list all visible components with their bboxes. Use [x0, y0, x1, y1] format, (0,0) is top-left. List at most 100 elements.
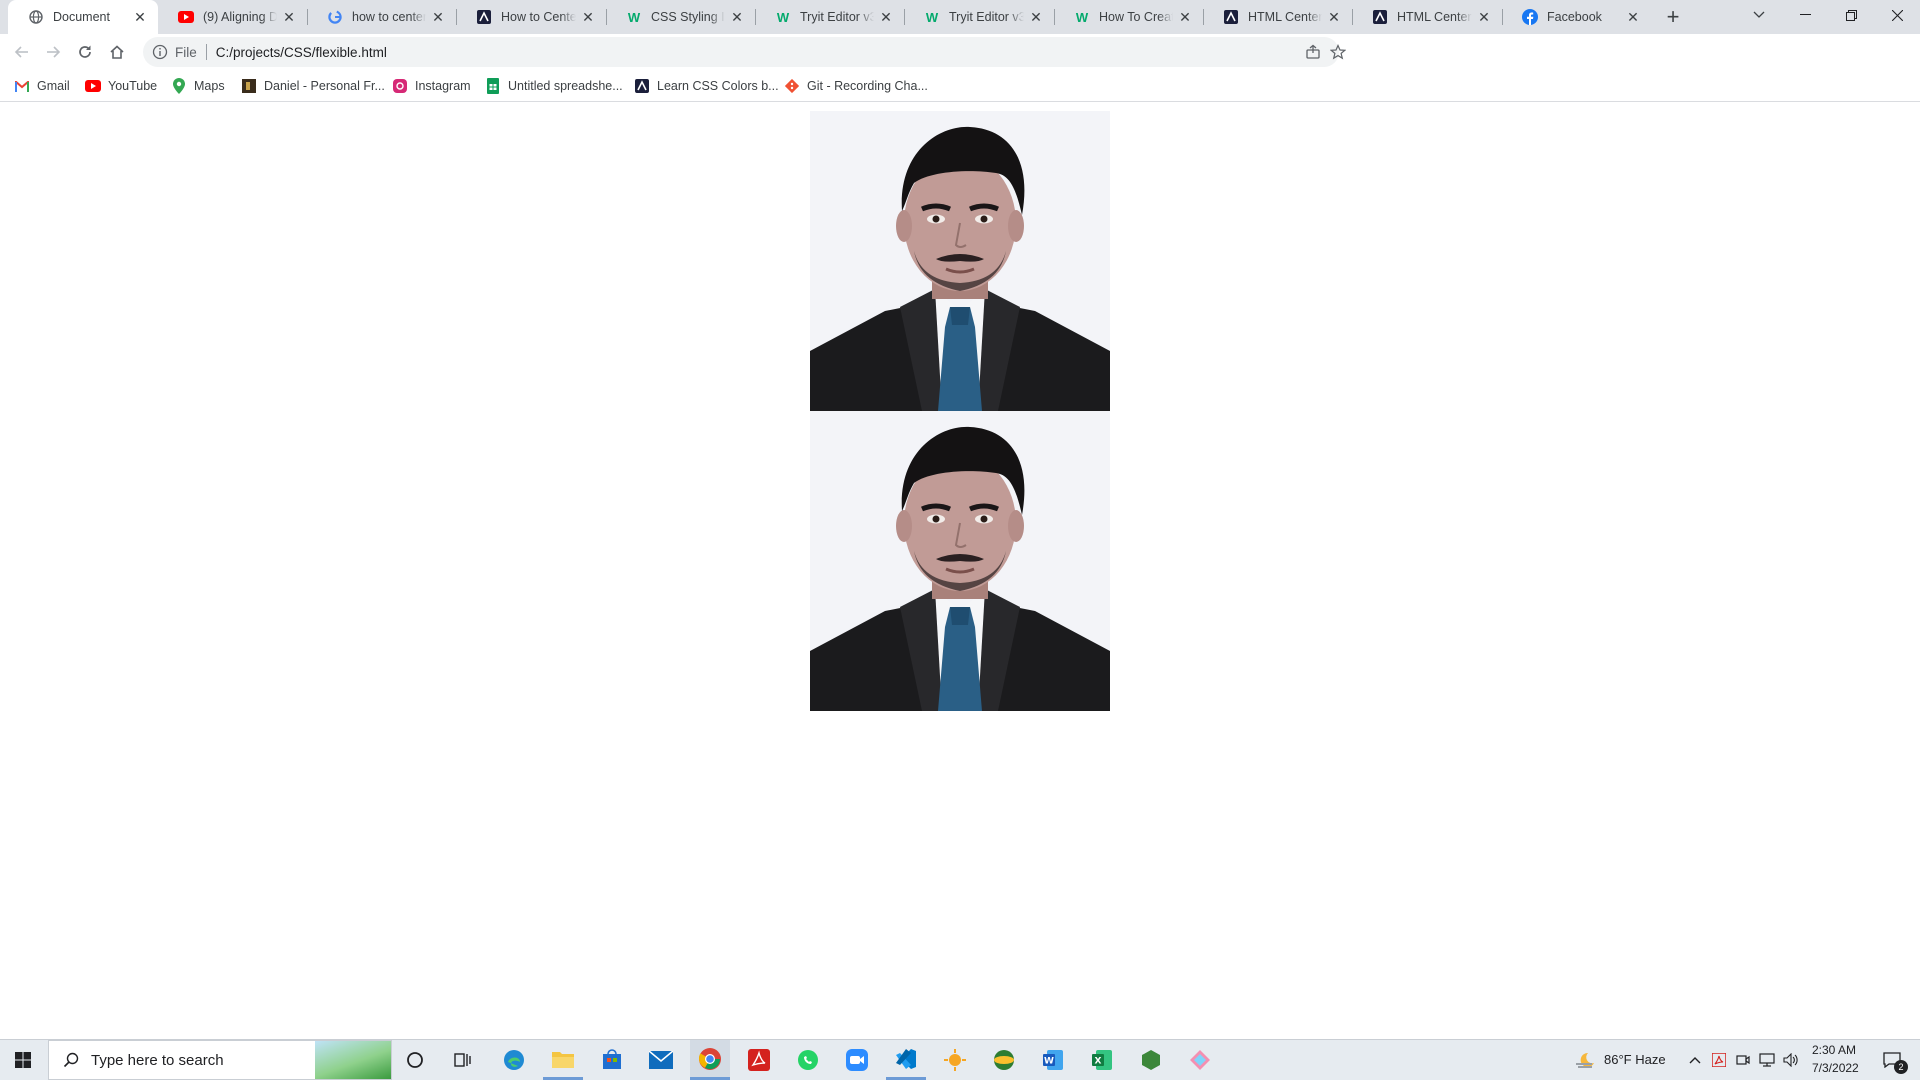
- taskbar-zoom[interactable]: [837, 1040, 877, 1080]
- tab-document[interactable]: Document ✕: [8, 0, 158, 34]
- taskbar-nodejs[interactable]: [1131, 1040, 1171, 1080]
- weather-widget[interactable]: [1570, 1040, 1600, 1080]
- tab-how-to-center[interactable]: How to Center a ✕: [456, 0, 606, 34]
- taskbar-excel[interactable]: X: [1082, 1040, 1122, 1080]
- windows-taskbar: Type here to search W X 86°F Haze 2:30 A…: [0, 1039, 1920, 1080]
- restore-button[interactable]: [1828, 0, 1874, 30]
- share-icon[interactable]: [1305, 44, 1321, 60]
- tab-how-to-centered[interactable]: how to centered ✕: [307, 0, 456, 34]
- close-icon[interactable]: ✕: [580, 9, 596, 25]
- arrow-right-icon: [47, 46, 61, 58]
- task-view-button[interactable]: [443, 1040, 483, 1080]
- excel-icon: X: [1092, 1050, 1112, 1070]
- globe-app-icon: [994, 1050, 1014, 1070]
- windows-logo-icon: [15, 1052, 31, 1068]
- taskbar-store[interactable]: [592, 1040, 632, 1080]
- w3schools-icon: W: [1075, 9, 1089, 25]
- bookmark-youtube[interactable]: YouTube: [85, 77, 157, 95]
- taskbar-whatsapp[interactable]: [788, 1040, 828, 1080]
- close-icon[interactable]: ✕: [1625, 9, 1641, 25]
- bookmark-star-icon[interactable]: [1330, 44, 1346, 60]
- close-icon[interactable]: ✕: [1177, 9, 1193, 25]
- chevron-down-icon: [1753, 11, 1765, 18]
- tab-title: HTML Center Im: [1397, 10, 1472, 24]
- taskbar-word[interactable]: W: [1033, 1040, 1073, 1080]
- tray-network[interactable]: [1756, 1040, 1778, 1080]
- taskbar-paint-app[interactable]: [1180, 1040, 1220, 1080]
- cortana-icon: [407, 1052, 423, 1068]
- taskbar-acrobat[interactable]: [739, 1040, 779, 1080]
- url-text[interactable]: C:/projects/CSS/flexible.html: [216, 45, 387, 60]
- close-icon[interactable]: ✕: [1028, 9, 1044, 25]
- bookmark-learn-css-colors[interactable]: Learn CSS Colors b...: [634, 77, 779, 95]
- close-icon[interactable]: ✕: [729, 9, 745, 25]
- address-divider: [205, 44, 207, 60]
- paint-app-icon: [1190, 1050, 1210, 1070]
- bookmarks-bar: Gmail YouTube Maps Daniel - Personal Fr.…: [0, 70, 1920, 102]
- taskbar-edge[interactable]: [494, 1040, 534, 1080]
- chrome-icon: [698, 1047, 721, 1070]
- bookmark-git-recording[interactable]: Git - Recording Cha...: [784, 77, 928, 95]
- tab-title: Tryit Editor v3.7: [949, 10, 1024, 24]
- notification-center-button[interactable]: 2: [1872, 1040, 1912, 1080]
- browser-toolbar: File C:/projects/CSS/flexible.html md: [0, 34, 1920, 97]
- taskbar-chrome[interactable]: [690, 1040, 730, 1080]
- close-icon[interactable]: ✕: [430, 9, 446, 25]
- close-icon[interactable]: ✕: [1326, 9, 1342, 25]
- tab-tryit-editor-2[interactable]: W Tryit Editor v3.7 ✕: [904, 0, 1054, 34]
- tab-title: how to centered: [352, 10, 426, 24]
- bookmark-gmail[interactable]: Gmail: [14, 77, 70, 95]
- bookmark-label: Gmail: [37, 79, 70, 93]
- bookmark-maps[interactable]: Maps: [171, 77, 225, 95]
- bookmark-daniel-portfolio[interactable]: Daniel - Personal Fr...: [241, 77, 385, 95]
- google-icon: [327, 9, 343, 25]
- taskbar-mail[interactable]: [641, 1040, 681, 1080]
- tab-how-to-create[interactable]: W How To Create ✕: [1054, 0, 1203, 34]
- taskbar-vscode[interactable]: [886, 1040, 926, 1080]
- close-icon[interactable]: ✕: [878, 9, 894, 25]
- info-icon[interactable]: [152, 44, 168, 60]
- bookmark-instagram[interactable]: Instagram: [392, 77, 471, 95]
- new-tab-button[interactable]: +: [1659, 4, 1687, 32]
- close-window-button[interactable]: [1874, 0, 1920, 30]
- acrobat-icon: [748, 1049, 770, 1071]
- clock-time[interactable]: 2:30 AM: [1812, 1043, 1856, 1057]
- cortana-button[interactable]: [395, 1040, 435, 1080]
- weather-text[interactable]: 86°F Haze: [1604, 1052, 1666, 1067]
- address-bar[interactable]: File C:/projects/CSS/flexible.html: [143, 37, 1346, 67]
- tab-html-center-2[interactable]: HTML Center Im ✕: [1352, 0, 1502, 34]
- reload-button[interactable]: [70, 37, 100, 67]
- tray-meet-now[interactable]: [1732, 1040, 1754, 1080]
- tray-acrobat[interactable]: [1708, 1040, 1730, 1080]
- tab-tryit-editor-1[interactable]: W Tryit Editor v3.7 ✕: [755, 0, 904, 34]
- close-icon[interactable]: ✕: [281, 9, 297, 25]
- back-button[interactable]: [7, 37, 37, 67]
- taskbar-sun-app[interactable]: [935, 1040, 975, 1080]
- tab-search-button[interactable]: [1736, 0, 1782, 30]
- tab-facebook[interactable]: Facebook ✕: [1502, 0, 1651, 34]
- tab-html-center-1[interactable]: HTML Center Im ✕: [1203, 0, 1352, 34]
- home-button[interactable]: [102, 37, 132, 67]
- ai-icon: [1372, 9, 1388, 25]
- tab-css-styling-images[interactable]: W CSS Styling Images ✕: [606, 0, 755, 34]
- home-icon: [110, 45, 124, 59]
- close-icon[interactable]: ✕: [1476, 9, 1492, 25]
- clock-date[interactable]: 7/3/2022: [1812, 1061, 1859, 1075]
- bookmark-untitled-spreadsheet[interactable]: Untitled spreadshe...: [485, 77, 623, 95]
- search-icon: [63, 1052, 79, 1068]
- ai-icon: [634, 78, 650, 94]
- taskbar-search-box[interactable]: Type here to search: [48, 1040, 392, 1080]
- reload-icon: [79, 45, 91, 58]
- bookmark-label: Untitled spreadshe...: [508, 79, 623, 93]
- taskbar-file-explorer[interactable]: [543, 1040, 583, 1080]
- forward-button[interactable]: [38, 37, 68, 67]
- start-button[interactable]: [0, 1040, 46, 1080]
- taskbar-globe-app[interactable]: [984, 1040, 1024, 1080]
- close-icon[interactable]: ✕: [132, 9, 148, 25]
- tray-volume[interactable]: [1780, 1040, 1802, 1080]
- acrobat-tray-icon: [1712, 1053, 1726, 1067]
- tab-aligning-divs[interactable]: (9) Aligning Divs ✕: [158, 0, 307, 34]
- show-hidden-icons-button[interactable]: [1684, 1040, 1706, 1080]
- minimize-button[interactable]: [1782, 0, 1828, 30]
- bookmark-label: Git - Recording Cha...: [807, 79, 928, 93]
